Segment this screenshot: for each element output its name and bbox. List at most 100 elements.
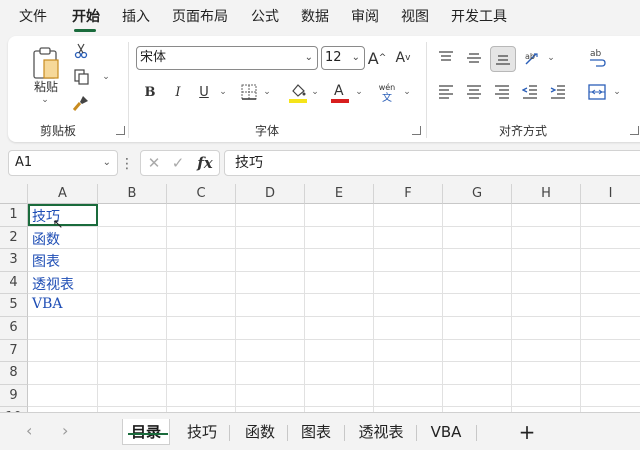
column-header-e[interactable]: E — [305, 184, 374, 204]
font-name-select[interactable]: 宋体 ⌄ — [136, 46, 318, 70]
tab-page-layout[interactable]: 页面布局 — [172, 8, 228, 26]
grid-cell[interactable] — [167, 384, 236, 408]
borders-button[interactable] — [240, 82, 258, 102]
fill-color-button[interactable] — [288, 80, 308, 104]
grid-cell[interactable] — [443, 317, 512, 340]
align-right-button[interactable] — [492, 82, 512, 102]
grid-cell[interactable] — [443, 204, 512, 227]
grid-cell[interactable] — [374, 339, 443, 363]
row-header-8[interactable]: 8 — [0, 362, 28, 385]
grid-cell[interactable] — [512, 204, 581, 227]
grid-cell[interactable] — [305, 249, 374, 272]
grid-cell[interactable] — [236, 339, 305, 363]
increase-font-button[interactable]: A ^ — [368, 46, 387, 70]
grid-cell[interactable] — [581, 294, 640, 317]
grid-cell[interactable] — [374, 317, 443, 340]
font-size-select[interactable]: 12 ⌄ — [321, 46, 365, 70]
select-all-corner[interactable] — [0, 184, 28, 204]
grid-cell[interactable] — [98, 317, 167, 340]
grid-cell[interactable] — [305, 362, 374, 385]
grid-cell[interactable] — [443, 249, 512, 272]
column-header-a[interactable]: A — [28, 184, 98, 204]
grid-cell[interactable] — [512, 317, 581, 340]
hyperlink-cell[interactable]: 透视表 — [32, 274, 74, 294]
paste-label[interactable]: 粘贴 — [28, 78, 64, 94]
grid-cell[interactable] — [28, 317, 98, 340]
sheet-tab-functions[interactable]: 函数 — [236, 419, 284, 445]
row-header-1[interactable]: 1 — [0, 204, 28, 227]
orientation-button[interactable]: ab — [522, 48, 544, 68]
tab-data[interactable]: 数据 — [301, 8, 329, 26]
grid-cell[interactable] — [374, 384, 443, 408]
grid-cell[interactable] — [443, 339, 512, 363]
grid-cell[interactable] — [512, 294, 581, 317]
grid-cell[interactable] — [443, 362, 512, 385]
formula-input[interactable]: 技巧 — [224, 150, 640, 176]
add-sheet-button[interactable]: + — [512, 419, 542, 445]
chevron-right-icon[interactable]: › — [62, 421, 68, 440]
sheet-tab-tips[interactable]: 技巧 — [178, 419, 226, 445]
grid-cell[interactable] — [236, 271, 305, 295]
grid-cell[interactable] — [167, 317, 236, 340]
grid-cell[interactable] — [374, 362, 443, 385]
increase-indent-button[interactable] — [548, 82, 568, 102]
grid-cell[interactable] — [167, 249, 236, 272]
decrease-indent-button[interactable] — [520, 82, 540, 102]
grid-cell[interactable] — [28, 362, 98, 385]
tab-home[interactable]: 开始 — [72, 8, 100, 26]
grid-cell[interactable] — [581, 340, 640, 363]
chevron-left-icon[interactable]: ‹ — [26, 421, 32, 440]
tab-insert[interactable]: 插入 — [122, 8, 150, 26]
cancel-icon[interactable]: ✕ — [145, 154, 163, 172]
grid-cell[interactable] — [236, 249, 305, 272]
grid-cell[interactable] — [581, 249, 640, 272]
grid-cell[interactable] — [236, 294, 305, 317]
grid-cell[interactable] — [167, 294, 236, 317]
grid-cell[interactable] — [167, 339, 236, 363]
column-header-f[interactable]: F — [374, 184, 443, 204]
column-header-i[interactable]: I — [581, 184, 640, 204]
borders-dropdown-icon[interactable]: ⌄ — [262, 84, 272, 100]
grid-cell[interactable] — [167, 362, 236, 385]
grid-cell[interactable] — [167, 204, 236, 227]
hyperlink-cell[interactable]: 图表 — [32, 251, 60, 271]
align-left-button[interactable] — [436, 82, 456, 102]
grid-cell[interactable] — [98, 339, 167, 363]
grid-cell[interactable] — [305, 226, 374, 250]
insert-function-button[interactable]: fx — [195, 153, 215, 173]
grid-cell[interactable] — [28, 339, 98, 363]
row-header-7[interactable]: 7 — [0, 339, 28, 363]
grid-cell[interactable] — [28, 384, 98, 408]
grid-cell[interactable] — [374, 204, 443, 227]
align-bottom-button[interactable] — [490, 46, 516, 72]
grid-cell[interactable] — [98, 362, 167, 385]
clipboard-launcher-icon[interactable] — [116, 126, 125, 135]
enter-icon[interactable]: ✓ — [169, 154, 187, 172]
phonetic-button[interactable]: wén 文 — [376, 80, 398, 106]
merge-center-button[interactable] — [586, 82, 608, 102]
grid-cell[interactable] — [443, 271, 512, 295]
row-header-2[interactable]: 2 — [0, 226, 28, 250]
grid-cell[interactable] — [305, 294, 374, 317]
grid-cell[interactable] — [443, 294, 512, 317]
grid-cell[interactable] — [374, 226, 443, 250]
grid-cell[interactable] — [236, 362, 305, 385]
grid-cell[interactable] — [512, 226, 581, 250]
hyperlink-cell[interactable]: VBA — [32, 296, 63, 312]
align-middle-button[interactable] — [464, 48, 484, 68]
grid-cell[interactable] — [305, 339, 374, 363]
grid-cell[interactable] — [443, 384, 512, 408]
column-header-d[interactable]: D — [236, 184, 305, 204]
align-center-button[interactable] — [464, 82, 484, 102]
column-header-h[interactable]: H — [512, 184, 581, 204]
sheet-tab-pivot[interactable]: 透视表 — [350, 419, 412, 445]
name-box[interactable]: A1 ⌄ — [8, 150, 118, 176]
tab-file[interactable]: 文件 — [19, 8, 47, 26]
grid-cell[interactable] — [236, 384, 305, 408]
grid-cell[interactable] — [305, 204, 374, 227]
grid-cell[interactable] — [581, 385, 640, 408]
grid-cell[interactable] — [98, 294, 167, 317]
fill-color-dropdown-icon[interactable]: ⌄ — [310, 84, 320, 100]
decrease-font-button[interactable]: Av — [394, 46, 412, 70]
grid-cell[interactable] — [236, 226, 305, 250]
